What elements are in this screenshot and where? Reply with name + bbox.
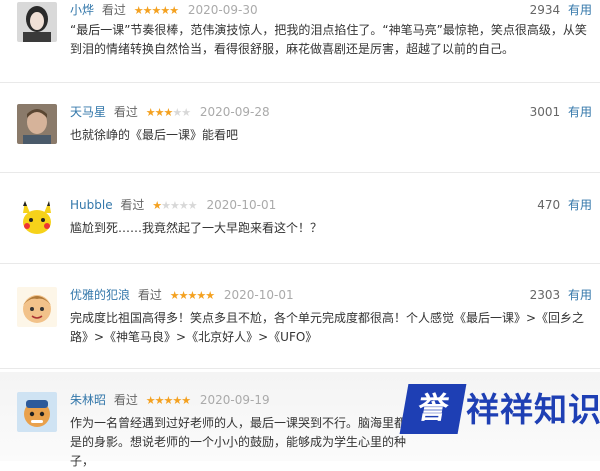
star-filled-icon: ★ (163, 106, 173, 119)
vote-count: 3001 (529, 105, 561, 119)
vote-count: 2303 (529, 288, 561, 302)
watched-status: 看过 (137, 288, 162, 302)
divider (0, 368, 600, 369)
useful-button[interactable]: 有用 (568, 198, 592, 212)
star-filled-icon: ★ (169, 289, 180, 302)
review-date: 2020-10-01 (206, 198, 277, 212)
review-date: 2020-10-01 (223, 288, 294, 302)
watched-status: 看过 (101, 3, 126, 17)
divider (0, 172, 600, 173)
star-empty-icon: ★ (161, 199, 171, 212)
star-filled-icon: ★ (152, 199, 162, 212)
star-empty-icon: ★ (170, 199, 180, 212)
star-filled-icon: ★ (133, 4, 144, 17)
avatar[interactable] (17, 197, 57, 237)
avatar[interactable] (17, 104, 57, 144)
star-rating: ★★★★★ (145, 106, 191, 119)
useful-button[interactable]: 有用 (568, 105, 592, 119)
username-link[interactable]: 天马星 (70, 105, 106, 119)
star-filled-icon: ★ (145, 394, 156, 407)
watched-status: 看过 (120, 198, 145, 212)
review-content: “最后一课”节奏很棒，范伟演技惊人，把我的泪点掐住了。“神笔马亮”最惊艳，笑点很… (70, 23, 587, 56)
star-filled-icon: ★ (163, 394, 173, 407)
review-meta: 天马星 看过 ★★★★★ 2020-09-28 (70, 104, 270, 121)
star-empty-icon: ★ (187, 199, 198, 212)
review-meta: 朱林昭 看过 ★★★★★ 2020-09-19 (70, 392, 270, 409)
star-filled-icon: ★ (181, 394, 191, 407)
review-date: 2020-09-28 (199, 105, 270, 119)
vote-area: 3001 有用 (530, 104, 592, 120)
review-date: 2020-09-30 (187, 3, 258, 17)
watermark-text: 祥祥知识 (466, 390, 600, 429)
star-filled-icon: ★ (151, 4, 161, 17)
review-content: 完成度比祖国高得多！笑点多且不尬，各个单元完成度都很高！个人感觉《最后一课》>《… (70, 311, 585, 344)
review-meta: Hubble 看过 ★★★★★ 2020-10-01 (70, 197, 276, 214)
star-filled-icon: ★ (145, 106, 156, 119)
vote-area: 470 有用 (537, 197, 592, 213)
review-content: 作为一名曾经遇到过好老师的人，最后一课哭到不行。脑海里都是的身影。想说老师的一个… (70, 416, 407, 468)
avatar[interactable] (17, 287, 57, 327)
star-rating: ★★★★★ (169, 289, 215, 302)
watched-status: 看过 (113, 105, 138, 119)
star-empty-icon: ★ (172, 106, 182, 119)
star-rating: ★★★★★ (133, 4, 179, 17)
username-link[interactable]: Hubble (70, 198, 113, 212)
vote-count: 2934 (529, 3, 561, 17)
username-link[interactable]: 优雅的犯浪 (70, 288, 130, 302)
star-filled-icon: ★ (205, 289, 215, 302)
vote-area: 2303 有用 (530, 287, 592, 303)
star-filled-icon: ★ (196, 289, 206, 302)
watermark-logo: 誉 祥祥知识 (399, 384, 600, 436)
useful-button[interactable]: 有用 (568, 288, 592, 302)
avatar[interactable] (17, 2, 57, 42)
review-content: 也就徐峥的《最后一课》能看吧 (70, 128, 239, 142)
review-date: 2020-09-19 (199, 393, 270, 407)
star-rating: ★★★★★ (152, 199, 198, 212)
vote-count: 470 (537, 198, 561, 212)
star-rating: ★★★★★ (145, 394, 191, 407)
star-filled-icon: ★ (169, 4, 179, 17)
star-empty-icon: ★ (181, 106, 191, 119)
review-meta: 小烨 看过 ★★★★★ 2020-09-30 (70, 2, 258, 19)
review-content: 尴尬到死……我竟然起了一大早跑来看这个！？ (70, 221, 323, 235)
star-filled-icon: ★ (160, 4, 170, 17)
username-link[interactable]: 小烨 (70, 3, 94, 17)
star-empty-icon: ★ (178, 199, 189, 212)
vote-area: 2934 有用 (530, 2, 592, 18)
divider (0, 263, 600, 264)
watched-status: 看过 (113, 393, 138, 407)
useful-button[interactable]: 有用 (568, 3, 592, 17)
star-filled-icon: ★ (172, 394, 182, 407)
star-filled-icon: ★ (187, 289, 197, 302)
review-meta: 优雅的犯浪 看过 ★★★★★ 2020-10-01 (70, 287, 294, 304)
username-link[interactable]: 朱林昭 (70, 393, 106, 407)
watermark-badge: 誉 (399, 384, 467, 434)
avatar[interactable] (17, 392, 57, 432)
divider (0, 82, 600, 83)
